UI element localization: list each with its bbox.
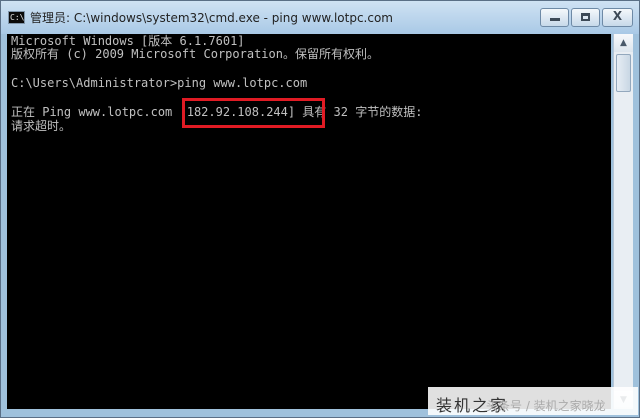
watermark: 装机之家 头条号 / 装机之家晓龙 [428, 387, 638, 415]
maximize-button[interactable] [571, 8, 600, 27]
ip-highlight-box [182, 98, 325, 128]
minimize-icon [550, 18, 560, 21]
cmd-app-icon[interactable]: C:\ [8, 11, 25, 24]
console-line: Microsoft Windows [版本 6.1.7601] [11, 34, 245, 48]
console-output[interactable]: Microsoft Windows [版本 6.1.7601] 版权所有 (c)… [7, 34, 611, 409]
console-line: C:\Users\Administrator>ping www.lotpc.co… [11, 76, 308, 90]
window-title: 管理员: C:\windows\system32\cmd.exe - ping … [30, 11, 393, 25]
close-button[interactable]: X [602, 8, 633, 27]
watermark-subtext: 头条号 / 装机之家晓龙 [486, 399, 606, 413]
scroll-up-button[interactable]: ▲ [614, 34, 633, 52]
close-icon: X [612, 9, 623, 23]
minimize-button[interactable] [540, 8, 569, 27]
maximize-icon [581, 13, 590, 21]
title-bar[interactable]: C:\ 管理员: C:\windows\system32\cmd.exe - p… [1, 1, 639, 34]
vertical-scrollbar[interactable]: ▲ ▼ [613, 34, 633, 409]
cmd-window: C:\ 管理员: C:\windows\system32\cmd.exe - p… [0, 0, 640, 418]
scroll-thumb[interactable] [616, 54, 631, 92]
console-line: 请求超时。 [11, 119, 72, 133]
console-line: 版权所有 (c) 2009 Microsoft Corporation。保留所有… [11, 47, 379, 61]
